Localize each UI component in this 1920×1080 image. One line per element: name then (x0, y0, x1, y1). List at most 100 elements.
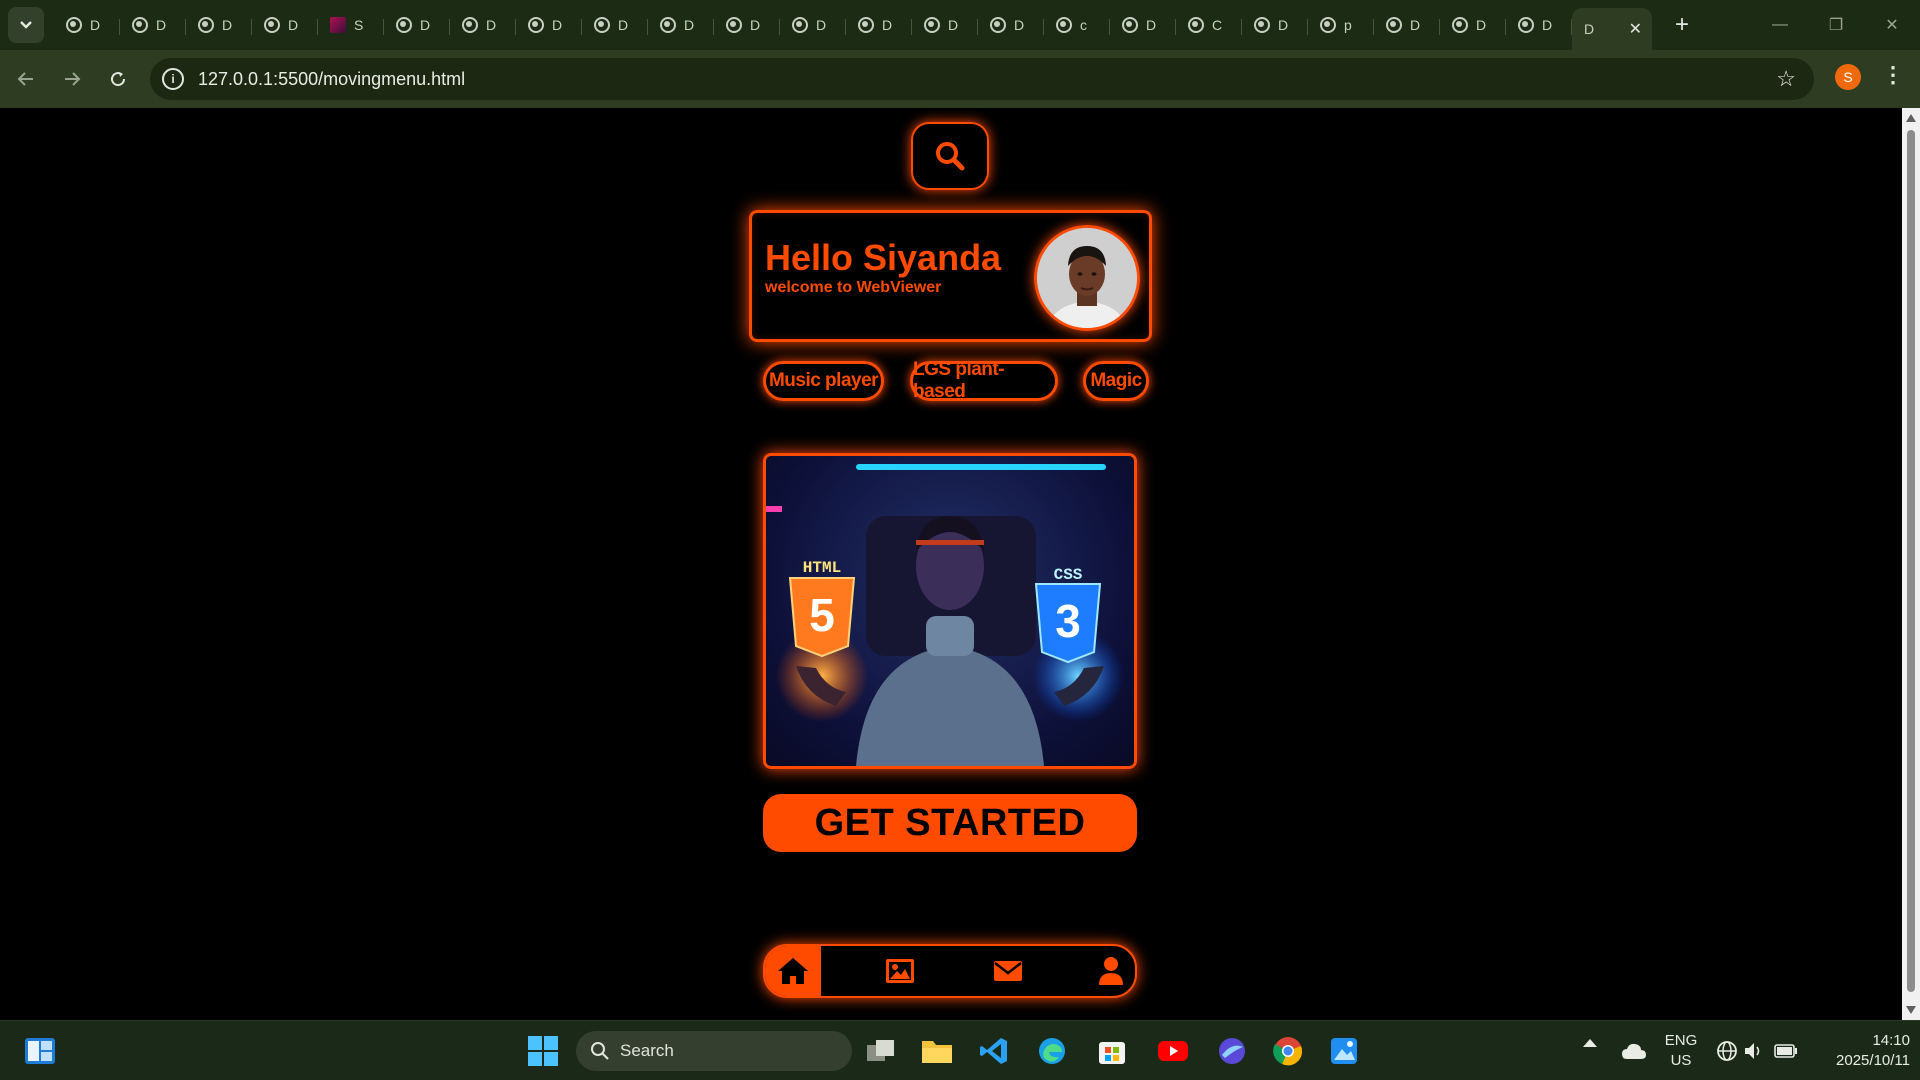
tab[interactable]: D (1440, 7, 1506, 43)
scroll-down-arrow[interactable] (1906, 1006, 1916, 1014)
tab[interactable]: c (1044, 7, 1110, 43)
chrome-button[interactable] (1270, 1033, 1306, 1069)
search-button[interactable] (911, 122, 989, 190)
bookmark-star-icon[interactable]: ☆ (1776, 66, 1796, 92)
envelope-icon (994, 961, 1022, 981)
youtube-button[interactable] (1155, 1033, 1191, 1069)
tab[interactable]: D (516, 7, 582, 43)
tab[interactable]: D (1242, 7, 1308, 43)
tab[interactable]: D (186, 7, 252, 43)
app-button[interactable] (1214, 1033, 1250, 1069)
page-scrollbar[interactable] (1902, 108, 1920, 1020)
onedrive-button[interactable] (1616, 1033, 1652, 1069)
nav-profile[interactable] (1083, 946, 1135, 996)
store-icon (1099, 1042, 1125, 1064)
address-bar[interactable]: i 127.0.0.1:5500/movingmenu.html ☆ (150, 58, 1814, 100)
chip-lgs-plant-based[interactable]: LGS plant-based (910, 359, 1058, 402)
tab[interactable]: D (1110, 7, 1176, 43)
tab[interactable]: D (1506, 7, 1572, 43)
taskbar-search[interactable]: Search (576, 1031, 852, 1071)
tab-title: D (618, 17, 629, 33)
photos-button[interactable] (1326, 1033, 1362, 1069)
minimize-button[interactable]: — (1752, 0, 1808, 50)
css-label: CSS (1054, 566, 1083, 584)
store-button[interactable] (1094, 1033, 1130, 1069)
site-info-icon[interactable]: i (162, 68, 184, 90)
tab[interactable]: C (1176, 7, 1242, 43)
tab-title: D (1146, 17, 1157, 33)
arrow-right-icon (65, 72, 81, 86)
globe-icon (924, 17, 940, 33)
get-started-button[interactable]: GET STARTED (763, 794, 1137, 852)
widgets-button[interactable] (22, 1033, 58, 1069)
language-indicator[interactable]: ENG US (1660, 1031, 1702, 1071)
new-tab-button[interactable]: + (1664, 11, 1700, 39)
tab[interactable]: D (120, 7, 186, 43)
nav-home[interactable] (765, 946, 821, 996)
tab-title: D (552, 17, 563, 33)
task-view-icon (867, 1040, 894, 1061)
image-icon (886, 959, 914, 983)
profile-avatar[interactable]: S (1835, 64, 1861, 90)
close-icon[interactable]: ✕ (1629, 19, 1642, 39)
vscode-button[interactable] (976, 1033, 1012, 1069)
forward-button[interactable] (52, 59, 92, 99)
windows-logo-icon (528, 1036, 558, 1066)
tab[interactable]: D (648, 7, 714, 43)
start-button[interactable] (525, 1033, 561, 1069)
close-window-button[interactable]: ✕ (1864, 0, 1920, 50)
tab[interactable]: D (450, 7, 516, 43)
globe-icon (1717, 1041, 1737, 1061)
scroll-up-arrow[interactable] (1906, 114, 1916, 122)
tab[interactable]: D (978, 7, 1044, 43)
battery-button[interactable] (1768, 1033, 1804, 1069)
tab-title: c (1080, 17, 1087, 33)
edge-button[interactable] (1034, 1033, 1070, 1069)
task-view-button[interactable] (863, 1033, 899, 1069)
globe-icon (1122, 17, 1138, 33)
developer-illustration: 5 3 HTML CSS (766, 464, 1124, 766)
battery-icon (1774, 1044, 1797, 1058)
tab-search-button[interactable] (8, 7, 44, 43)
tab[interactable]: D (54, 7, 120, 43)
tab-active[interactable]: D ✕ (1572, 8, 1652, 50)
tab-title: D (1410, 17, 1421, 33)
user-icon (1099, 957, 1123, 985)
volume-button[interactable] (1736, 1033, 1772, 1069)
tab-title: D (1584, 21, 1595, 37)
nav-gallery[interactable] (872, 946, 928, 996)
tab[interactable]: S (318, 7, 384, 43)
browser-menu-icon[interactable]: ⋮ (1882, 62, 1904, 88)
tab[interactable]: D (252, 7, 318, 43)
nav-mail[interactable] (980, 946, 1036, 996)
tab[interactable]: D (384, 7, 450, 43)
search-icon (591, 1042, 609, 1060)
html5-number: 5 (809, 589, 835, 641)
reload-button[interactable] (98, 59, 138, 99)
tab-title: D (1278, 17, 1289, 33)
tab[interactable]: D (714, 7, 780, 43)
back-button[interactable] (6, 59, 46, 99)
tab[interactable]: D (1374, 7, 1440, 43)
tab[interactable]: D (582, 7, 648, 43)
chrome-icon (1273, 1037, 1303, 1066)
chip-magic[interactable]: Magic (1083, 361, 1149, 401)
taskbar-search-label: Search (620, 1041, 674, 1060)
language-top: ENG (1664, 1032, 1698, 1049)
scrollbar-thumb[interactable] (1907, 130, 1915, 992)
tab[interactable]: p (1308, 7, 1374, 43)
tab[interactable]: D (780, 7, 846, 43)
avatar (1034, 225, 1140, 331)
tab-title: D (1476, 17, 1487, 33)
greeting-card: Hello Siyanda welcome to WebViewer (749, 210, 1152, 342)
tab-title: D (684, 17, 695, 33)
clock[interactable]: 14:10 2025/10/11 (1810, 1031, 1910, 1071)
tab[interactable]: D (846, 7, 912, 43)
file-explorer-button[interactable] (919, 1033, 955, 1069)
tab-title: D (288, 17, 299, 33)
chip-music-player[interactable]: Music player (763, 361, 884, 401)
chevron-up-icon[interactable] (1583, 1039, 1597, 1047)
arrow-left-icon (17, 72, 33, 86)
restore-button[interactable]: ❐ (1808, 0, 1864, 50)
tab[interactable]: D (912, 7, 978, 43)
